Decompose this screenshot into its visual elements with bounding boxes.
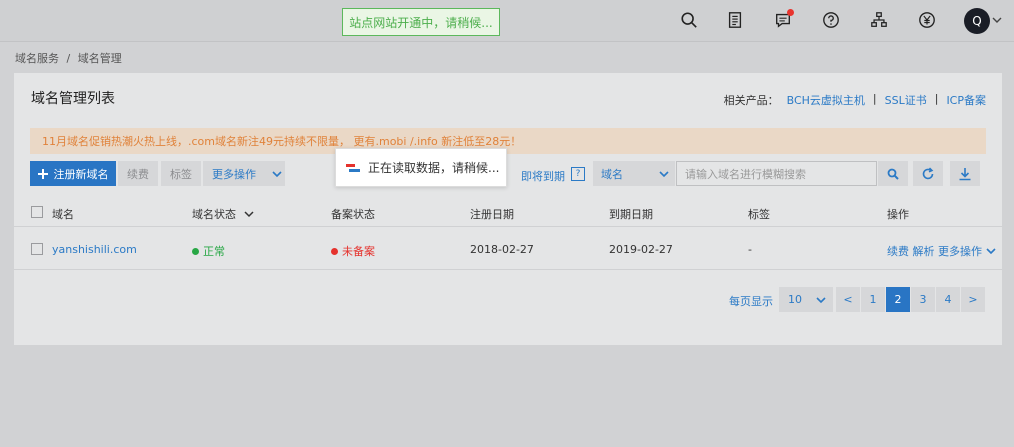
domain-link[interactable]: yanshishili.com xyxy=(52,243,137,256)
page-button-3[interactable]: 3 xyxy=(911,287,935,312)
status-dot xyxy=(192,247,199,255)
breadcrumb-root[interactable]: 域名服务 xyxy=(15,52,59,65)
related-label: 相关产品： xyxy=(723,94,779,107)
related-link-ssl[interactable]: SSL证书 xyxy=(885,92,927,108)
beian-status-text: 未备案 xyxy=(342,245,375,258)
beian-status: 未备案 xyxy=(331,243,375,259)
search-field-value: 域名 xyxy=(601,167,623,181)
promo-notice: 11月域名促销热潮火热上线，.com域名新注49元持续不限量， 更有.mobi … xyxy=(30,128,986,154)
related-separator: | xyxy=(872,92,877,105)
prev-page-button[interactable]: < xyxy=(836,287,860,312)
next-page-button[interactable]: > xyxy=(961,287,985,312)
column-domain-status-label: 域名状态 xyxy=(192,208,236,221)
yen-icon[interactable] xyxy=(916,9,938,31)
renew-link[interactable]: 续费 xyxy=(887,245,909,258)
chevron-down-icon xyxy=(243,211,254,218)
page-button-2[interactable]: 2 xyxy=(886,287,910,312)
breadcrumb-current: 域名管理 xyxy=(77,52,122,65)
download-button[interactable] xyxy=(950,161,980,186)
chevron-down-icon xyxy=(659,170,669,177)
column-tag: 标签 xyxy=(748,208,770,221)
related-products: 相关产品： BCH云虚拟主机 | SSL证书 | ICP备案 xyxy=(724,92,986,108)
chevron-down-icon xyxy=(816,296,826,303)
tag-value: - xyxy=(748,243,752,256)
tag-button[interactable]: 标签 xyxy=(161,161,201,186)
domain-status-text: 正常 xyxy=(203,245,225,258)
related-separator: | xyxy=(934,92,939,105)
per-page-select[interactable]: 10 xyxy=(779,287,833,312)
download-icon xyxy=(959,167,971,180)
chevron-down-icon xyxy=(272,170,282,177)
row-more-operations[interactable]: 更多操作 xyxy=(938,245,996,258)
org-chart-icon[interactable] xyxy=(868,9,890,31)
loading-popup: 正在读取数据，请稍候... xyxy=(335,148,507,187)
more-operations-label: 更多操作 xyxy=(212,167,256,181)
chevron-down-icon xyxy=(985,248,996,255)
loading-icon xyxy=(346,163,360,172)
page-title: 域名管理列表 xyxy=(31,91,115,107)
exp-date: 2019-02-27 xyxy=(609,243,673,256)
breadcrumb: 域名服务 / 域名管理 xyxy=(15,50,126,66)
message-icon[interactable] xyxy=(772,9,794,31)
row-more-operations-label: 更多操作 xyxy=(938,245,982,258)
search-icon[interactable] xyxy=(678,9,700,31)
table-header: 域名 域名状态 备案状态 注册日期 到期日期 标签 操作 xyxy=(14,198,1002,227)
document-icon[interactable] xyxy=(724,9,746,31)
renew-button[interactable]: 续费 xyxy=(118,161,158,186)
plus-icon xyxy=(37,168,48,179)
search-input[interactable]: 请输入域名进行模糊搜索 xyxy=(676,161,877,186)
reg-date: 2018-02-27 xyxy=(470,243,534,256)
column-reg-date: 注册日期 xyxy=(470,208,514,221)
column-beian-status: 备案状态 xyxy=(331,208,375,221)
search-button[interactable] xyxy=(878,161,908,186)
domain-list-panel: 域名管理列表 相关产品： BCH云虚拟主机 | SSL证书 | ICP备案 11… xyxy=(14,73,1002,345)
per-page-label: 每页显示 xyxy=(729,295,773,308)
breadcrumb-separator: / xyxy=(66,52,71,65)
resolve-link[interactable]: 解析 xyxy=(913,245,935,258)
column-domain: 域名 xyxy=(52,208,74,221)
avatar[interactable]: Q xyxy=(964,8,990,34)
search-field-select[interactable]: 域名 xyxy=(593,161,675,186)
register-domain-button[interactable]: 注册新域名 xyxy=(30,161,116,186)
help-icon[interactable] xyxy=(820,9,842,31)
loading-text: 正在读取数据，请稍候... xyxy=(368,161,500,175)
column-domain-status[interactable]: 域名状态 xyxy=(192,206,254,222)
column-operations: 操作 xyxy=(887,208,909,221)
notification-dot xyxy=(787,9,794,16)
chevron-down-icon[interactable] xyxy=(992,15,1002,25)
row-checkbox[interactable] xyxy=(31,243,43,255)
column-exp-date: 到期日期 xyxy=(609,208,653,221)
related-link-bch[interactable]: BCH云虚拟主机 xyxy=(787,92,865,108)
domain-status: 正常 xyxy=(192,243,225,259)
expiring-filter-link[interactable]: 即将到期 xyxy=(521,168,565,184)
table-row: yanshishili.com 正常 未备案 2018-02-27 2019-0… xyxy=(14,228,1002,270)
refresh-icon xyxy=(922,166,934,179)
page-button-1[interactable]: 1 xyxy=(861,287,885,312)
select-all-checkbox[interactable] xyxy=(31,206,43,218)
row-operations: 续费 解析 更多操作 xyxy=(887,243,996,259)
related-link-icp[interactable]: ICP备案 xyxy=(946,92,986,108)
page-button-4[interactable]: 4 xyxy=(936,287,960,312)
more-operations-dropdown[interactable]: 更多操作 xyxy=(203,161,285,186)
refresh-button[interactable] xyxy=(913,161,943,186)
search-icon xyxy=(887,168,899,180)
top-bar: 站点网站开通中，请稍候... Q xyxy=(0,0,1014,42)
site-opening-toast: 站点网站开通中，请稍候... xyxy=(342,8,500,36)
per-page-value: 10 xyxy=(788,293,802,306)
register-domain-label: 注册新域名 xyxy=(53,167,109,181)
status-dot xyxy=(331,247,338,255)
help-icon[interactable]: ? xyxy=(571,167,585,181)
